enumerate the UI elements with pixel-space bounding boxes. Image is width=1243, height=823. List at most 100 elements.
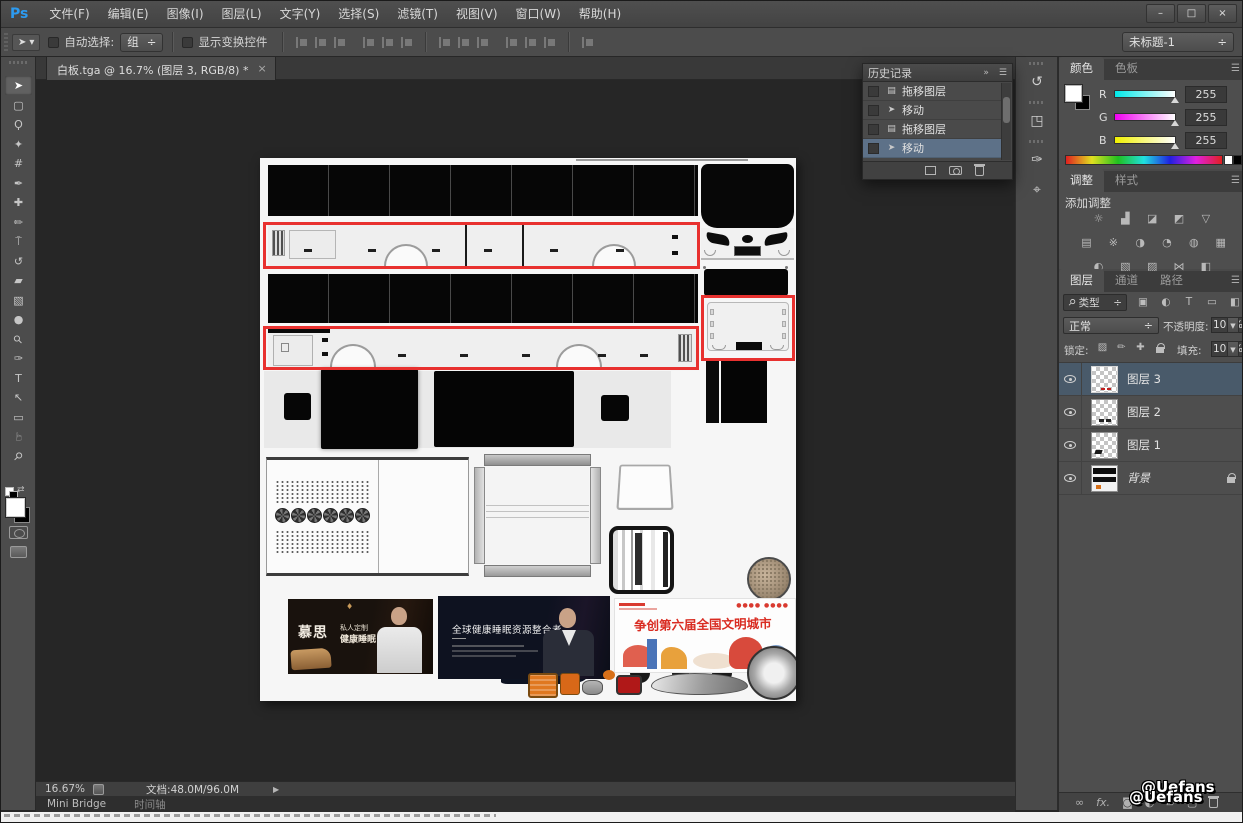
rectangular-marquee-tool[interactable]: ▢ xyxy=(5,96,32,115)
align-vertical-centers-icon[interactable] xyxy=(314,36,327,49)
crop-tool[interactable]: # xyxy=(5,154,32,173)
pen-tool[interactable]: ✑ xyxy=(5,349,32,368)
new-layer-icon[interactable]: ▢ xyxy=(1187,796,1197,809)
layer-row-selected[interactable]: 图层 3 xyxy=(1059,363,1243,396)
eyedropper-tool[interactable]: ✒ xyxy=(5,174,32,193)
align-bottom-edges-icon[interactable] xyxy=(333,36,346,49)
zoom-tool[interactable]: ⚲ xyxy=(5,447,32,466)
brightness-contrast-icon[interactable]: ☼ xyxy=(1088,211,1109,227)
layer-name[interactable]: 图层 1 xyxy=(1127,437,1161,453)
slider-thumb-icon[interactable] xyxy=(1171,143,1179,149)
status-options-arrow[interactable]: ▶ xyxy=(273,785,279,794)
history-source-checkbox[interactable] xyxy=(868,124,879,135)
align-horizontal-centers-icon[interactable] xyxy=(381,36,394,49)
background-layer-row[interactable]: 背景 xyxy=(1059,462,1243,495)
hand-tool[interactable]: ☞ xyxy=(5,427,32,446)
fill-dropdown-arrow[interactable]: ▼ xyxy=(1227,341,1239,357)
menu-help[interactable]: 帮助(H) xyxy=(570,1,630,28)
auto-align-layers-icon[interactable] xyxy=(581,36,594,49)
layer-style-fx-icon[interactable]: fx. xyxy=(1096,796,1110,809)
black-white-icon[interactable]: ◑ xyxy=(1130,235,1151,251)
delete-layer-icon[interactable] xyxy=(1209,798,1218,808)
tab-adjustments[interactable]: 调整 xyxy=(1059,169,1104,192)
new-adjustment-layer-icon[interactable]: ◐ xyxy=(1145,796,1155,809)
tab-close-icon[interactable]: × xyxy=(257,62,266,80)
channel-mixer-icon[interactable]: ◍ xyxy=(1183,235,1204,251)
tab-paths[interactable]: 路径 xyxy=(1149,269,1194,292)
distribute-right-edges-icon[interactable] xyxy=(543,36,556,49)
layer-thumbnail[interactable] xyxy=(1091,366,1118,393)
filter-smart-objects-icon[interactable]: ◧ xyxy=(1227,295,1243,310)
menu-type[interactable]: 文字(Y) xyxy=(271,1,330,28)
layer-name[interactable]: 背景 xyxy=(1127,470,1150,486)
properties-dock-icon[interactable]: ◳ xyxy=(1022,108,1052,134)
tab-layers[interactable]: 图层 xyxy=(1059,269,1104,292)
foreground-color-swatch[interactable] xyxy=(1065,85,1082,102)
history-dock-icon[interactable]: ↺ xyxy=(1022,69,1052,95)
dodge-tool[interactable]: ⚲ xyxy=(5,330,32,349)
align-right-edges-icon[interactable] xyxy=(400,36,413,49)
tab-mini-bridge[interactable]: Mini Bridge xyxy=(47,798,106,810)
move-tool[interactable]: ➤ xyxy=(5,76,32,95)
move-tool-preset[interactable]: ➤ ▾ xyxy=(12,34,40,51)
panel-menu-icon[interactable]: ☰ xyxy=(999,68,1007,78)
channel-g-value[interactable]: 255 xyxy=(1185,109,1227,126)
menu-layer[interactable]: 图层(L) xyxy=(213,1,271,28)
history-step[interactable]: ▤ 拖移图层 xyxy=(863,120,1001,139)
distribute-left-edges-icon[interactable] xyxy=(505,36,518,49)
history-panel-header[interactable]: 历史记录 » ☰ xyxy=(863,64,1012,82)
channel-g-slider[interactable] xyxy=(1114,113,1176,121)
zoom-level-field[interactable]: 16.67% xyxy=(45,783,85,795)
color-lookup-icon[interactable]: ▦ xyxy=(1210,235,1231,251)
menu-select[interactable]: 选择(S) xyxy=(329,1,388,28)
align-left-edges-icon[interactable] xyxy=(362,36,375,49)
slider-thumb-icon[interactable] xyxy=(1171,120,1179,126)
auto-select-dropdown[interactable]: 组 ÷ xyxy=(120,33,163,52)
opacity-dropdown-arrow[interactable]: ▼ xyxy=(1227,317,1239,333)
hue-saturation-icon[interactable]: ▤ xyxy=(1076,235,1097,251)
lock-position-icon[interactable]: ✚ xyxy=(1133,340,1148,355)
layer-visibility-toggle[interactable] xyxy=(1059,396,1082,428)
distribute-top-edges-icon[interactable] xyxy=(438,36,451,49)
clone-source-dock-icon[interactable]: ⌖ xyxy=(1022,177,1052,203)
layer-row[interactable]: 图层 1 xyxy=(1059,429,1243,462)
rectangle-tool[interactable]: ▭ xyxy=(5,408,32,427)
quick-mask-mode-button[interactable] xyxy=(9,526,28,539)
spectrum-white-swatch[interactable] xyxy=(1224,155,1233,165)
distribute-vertical-centers-icon[interactable] xyxy=(457,36,470,49)
spectrum-black-swatch[interactable] xyxy=(1233,155,1242,165)
history-source-checkbox[interactable] xyxy=(868,105,879,116)
filter-shape-layers-icon[interactable]: ▭ xyxy=(1204,295,1220,310)
new-document-from-state-icon[interactable] xyxy=(925,166,936,175)
tab-styles[interactable]: 样式 xyxy=(1104,169,1149,192)
swap-colors-icon[interactable]: ⇄ xyxy=(17,485,25,495)
layer-thumbnail[interactable] xyxy=(1091,399,1118,426)
add-layer-mask-icon[interactable]: ◙ xyxy=(1122,796,1133,809)
path-selection-tool[interactable]: ↖ xyxy=(5,388,32,407)
close-button[interactable]: × xyxy=(1208,4,1237,23)
channel-b-slider[interactable] xyxy=(1114,136,1176,144)
document-tab[interactable]: 白板.tga @ 16.7% (图层 3, RGB/8) * × xyxy=(46,57,276,80)
menu-filter[interactable]: 滤镜(T) xyxy=(388,1,447,28)
new-group-icon[interactable]: ▱ xyxy=(1166,796,1174,809)
lasso-tool[interactable]: Ϙ xyxy=(5,115,32,134)
layer-filter-type-dropdown[interactable]: ⚲ 类型 ÷ xyxy=(1063,294,1127,311)
layer-visibility-toggle[interactable] xyxy=(1059,429,1082,461)
maximize-button[interactable]: □ xyxy=(1177,4,1206,23)
align-top-edges-icon[interactable] xyxy=(295,36,308,49)
panel-menu-icon[interactable]: ☰ xyxy=(1231,175,1240,186)
layer-name[interactable]: 图层 3 xyxy=(1127,371,1161,387)
lock-image-pixels-icon[interactable]: ✏ xyxy=(1114,340,1129,355)
menu-view[interactable]: 视图(V) xyxy=(447,1,507,28)
foreground-color-swatch[interactable] xyxy=(6,498,25,517)
distribute-horizontal-centers-icon[interactable] xyxy=(524,36,537,49)
minimize-button[interactable]: – xyxy=(1146,4,1175,23)
layer-thumbnail[interactable] xyxy=(1091,465,1118,492)
show-transform-checkbox[interactable] xyxy=(182,37,193,48)
filter-adjustment-layers-icon[interactable]: ◐ xyxy=(1158,295,1174,310)
blend-mode-dropdown[interactable]: 正常 ÷ xyxy=(1063,317,1159,334)
menu-file[interactable]: 文件(F) xyxy=(40,1,98,28)
link-layers-icon[interactable]: ∞ xyxy=(1075,796,1084,809)
tab-channels[interactable]: 通道 xyxy=(1104,269,1149,292)
history-source-checkbox[interactable] xyxy=(868,143,879,154)
